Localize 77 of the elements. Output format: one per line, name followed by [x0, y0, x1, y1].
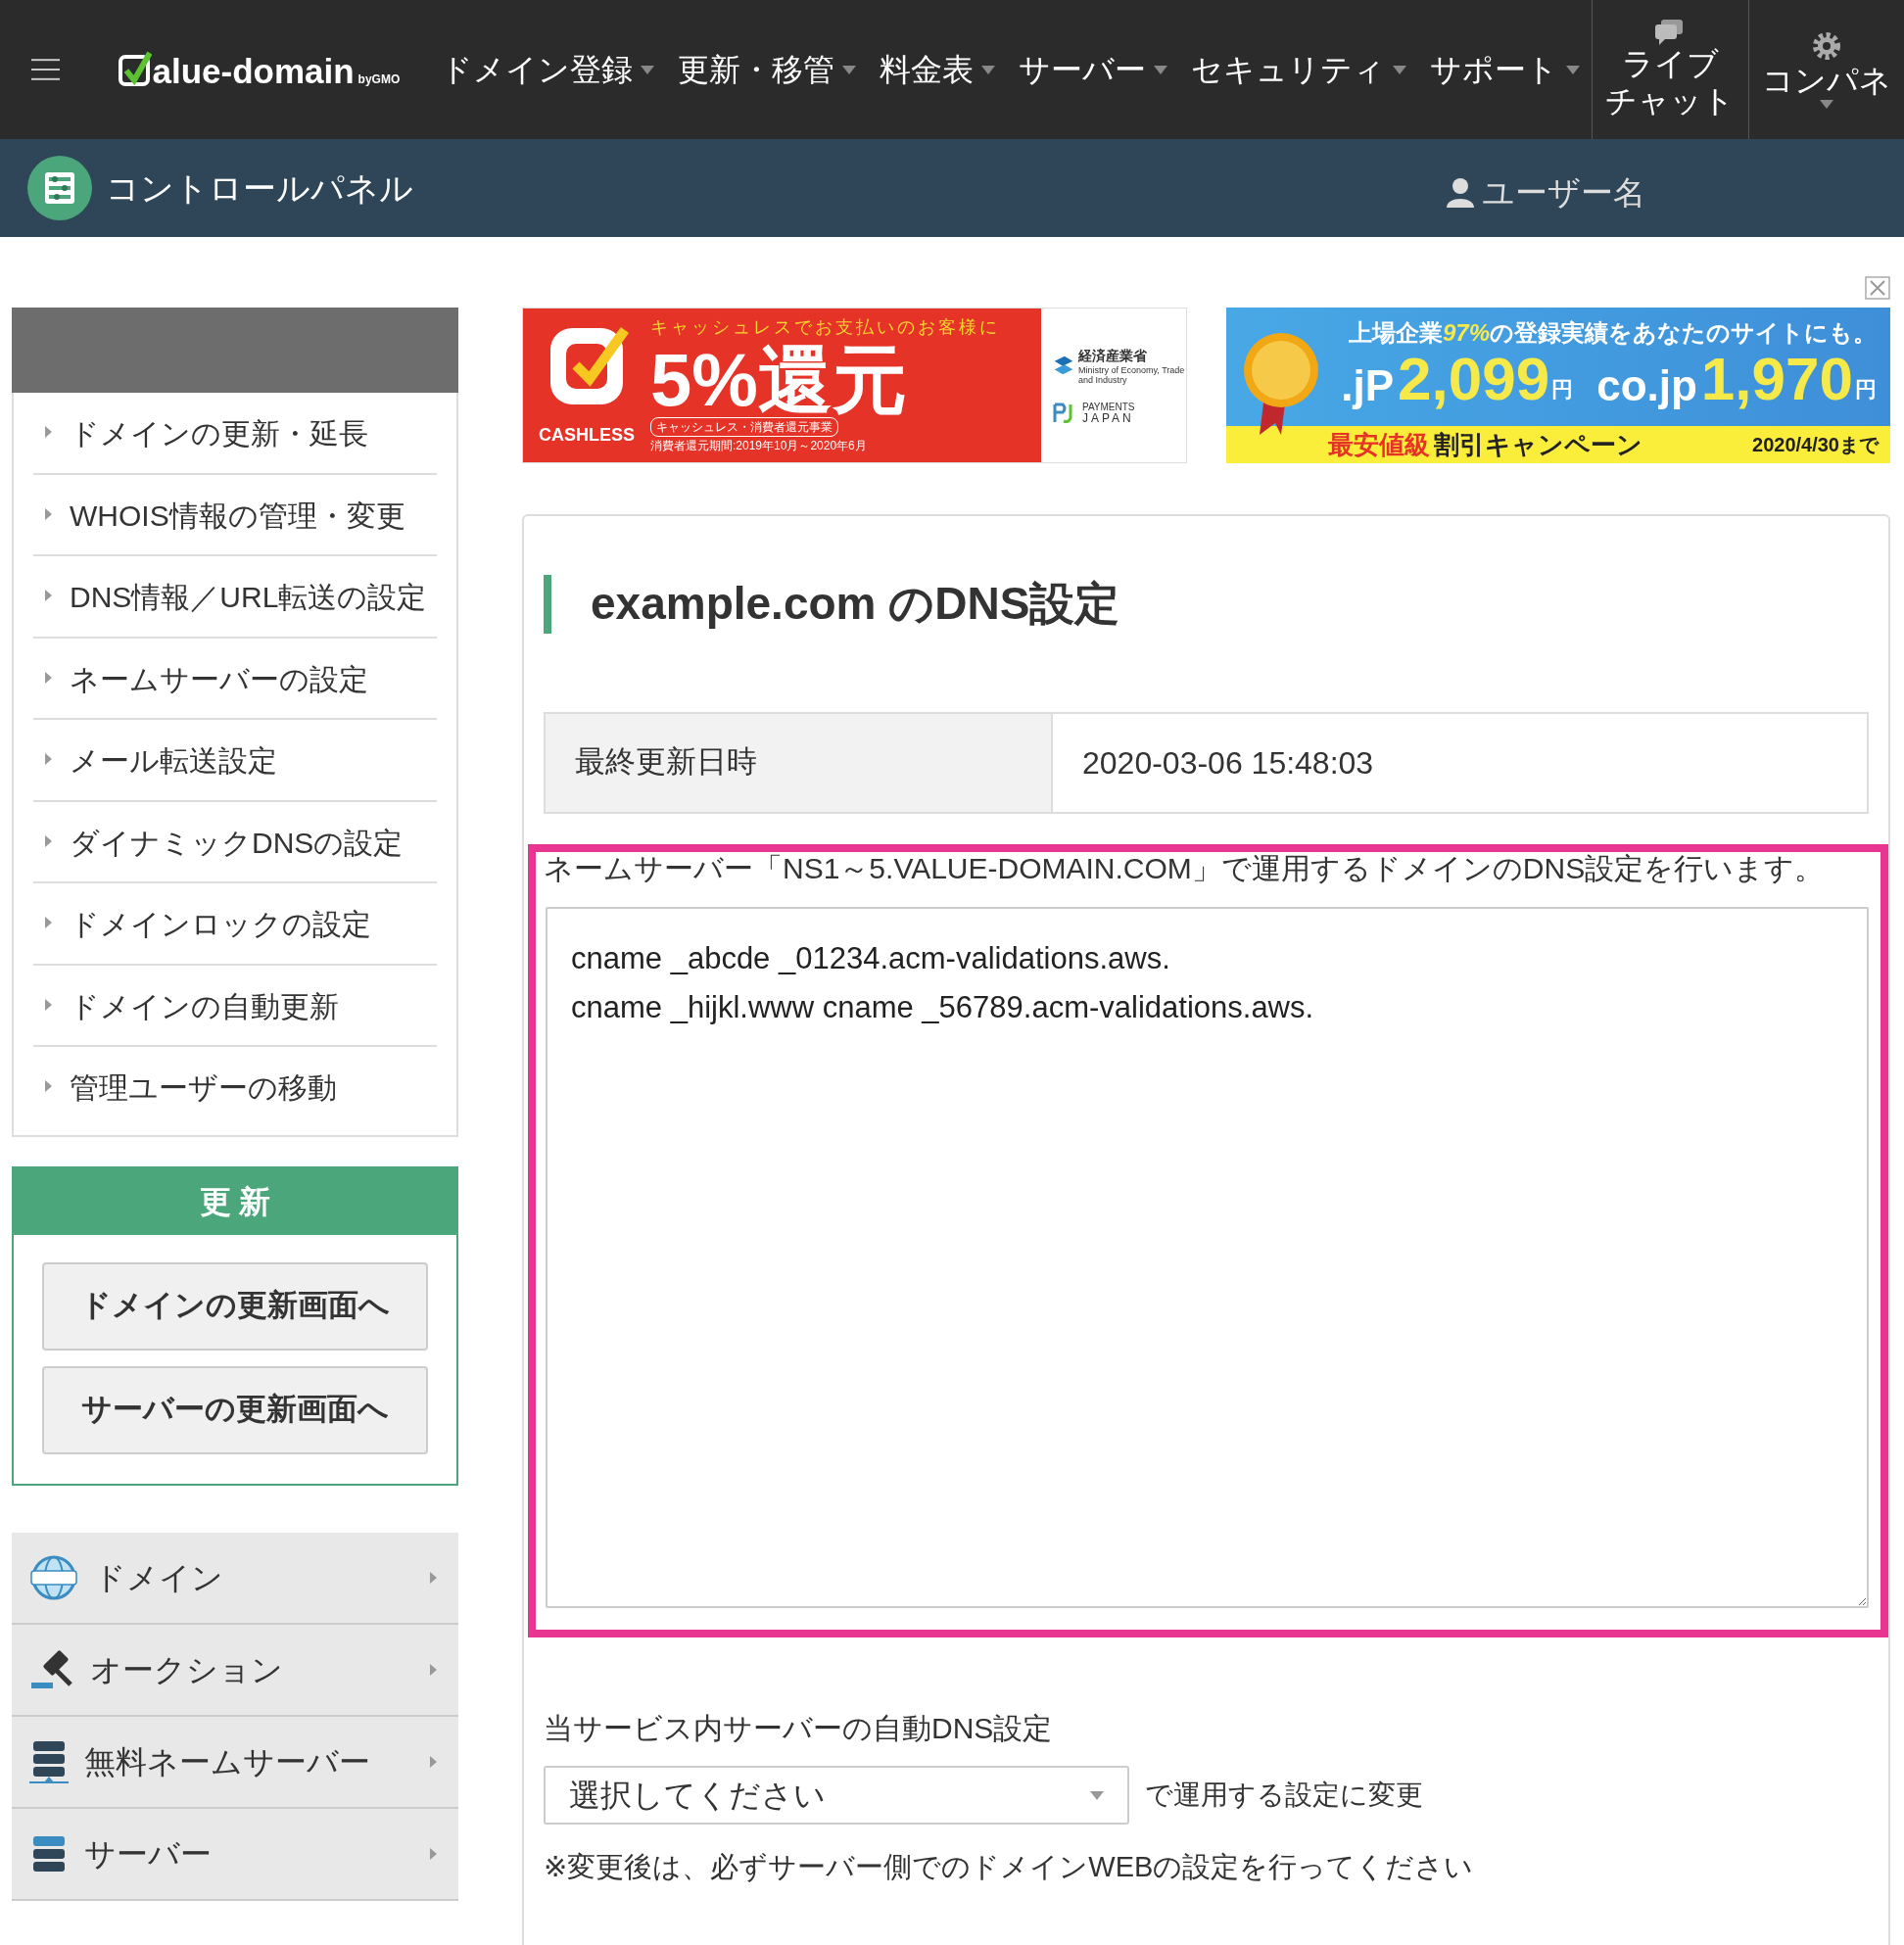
campaign-highlight-text: 最安値級	[1328, 428, 1430, 461]
campaign-deadline: 2020/4/30まで	[1752, 433, 1879, 457]
nav-menu-item[interactable]: サポート	[1418, 46, 1593, 93]
caret-icon	[430, 1755, 437, 1768]
close-icon[interactable]	[1865, 276, 1890, 300]
page-title: コントロールパネル	[106, 167, 413, 209]
program-tag: キャッシュレス・消費者還元事業	[650, 417, 838, 437]
logo[interactable]: alue-domain byGMO	[119, 51, 401, 88]
menu-icon[interactable]	[31, 58, 61, 81]
ministry-english: Ministry of Economy, Trade and Industry	[1078, 366, 1186, 386]
caret-icon	[45, 998, 52, 1011]
sidebar-link[interactable]: DNS情報／URL転送の設定	[33, 556, 437, 639]
sidebar-link[interactable]: WHOIS情報の管理・変更	[33, 474, 437, 556]
nav-menu-item[interactable]: 料金表	[868, 46, 1008, 93]
server-icon	[29, 1738, 69, 1784]
ministry-name: 経済産業省	[1078, 347, 1148, 365]
category-link[interactable]: ドメイン	[12, 1532, 458, 1625]
caret-icon	[45, 917, 52, 928]
caret-icon	[430, 1663, 437, 1676]
description-text: ネームサーバー「NS1～5.VALUE-DOMAIN.COM」で運用するドメインのDNS設定を行います。	[544, 850, 1826, 886]
caret-icon	[45, 426, 52, 438]
cashless-banner[interactable]: CASHLESS キャッシュレスでお支払いのお客様に 5%還元 キャッシュレス・消費者還元事業 消費者還元期間:2019年10月～2020年6月 経済産業省 Ministry of Economy, Trade and Industry PAYMENTS JAPAN	[522, 308, 1187, 463]
server-select[interactable]: 選択してください	[544, 1766, 1129, 1826]
auto-dns-label: 当サービス内サーバーの自動DNS設定	[544, 1711, 1054, 1747]
period-text: 消費者還元期間:2019年10月～2020年6月	[650, 438, 867, 454]
campaign-banner[interactable]: 上場企業97%の登録実績をあなたのサイトにも。 .jP2,099 円 co.jp 1,970 円 最安値級割引キャンペーン 2020/4/30まで	[1226, 308, 1890, 463]
sidebar-link[interactable]: ドメインの自動更新	[33, 965, 437, 1047]
category-link[interactable]: オークション	[12, 1624, 458, 1717]
caret-icon	[45, 671, 52, 684]
payments-logo-icon	[1053, 402, 1074, 424]
select-suffix-text: で運用する設定に変更	[1145, 1779, 1423, 1813]
note-text: ※変更後は、必ずサーバー側でのドメインWEBの設定を行ってください	[544, 1850, 1475, 1885]
sidebar-link[interactable]: ダイナミックDNSの設定	[33, 801, 437, 883]
payments-label: PAYMENTS	[1082, 401, 1135, 412]
user-icon	[1447, 178, 1474, 208]
caret-icon	[45, 590, 52, 601]
caret-icon	[45, 1080, 52, 1092]
section-title: example.com のDNS設定	[544, 575, 1869, 634]
globe-icon	[29, 1554, 78, 1600]
sidebar-link[interactable]: ドメインの更新・延長	[33, 393, 437, 475]
gavel-icon	[29, 1648, 74, 1690]
campaign-headline-text: の登録実績をあなたのサイトにも。	[1490, 318, 1877, 348]
banner-tagline: キャッシュレスでお支払いのお客様に	[650, 316, 1000, 339]
sidebar-link[interactable]: ネームサーバーの設定	[33, 638, 437, 720]
control-panel-icon	[27, 156, 92, 220]
nav-menu-item[interactable]: サーバー	[1007, 46, 1180, 93]
caret-icon	[430, 1571, 437, 1584]
campaign-headline-text: 上場企業	[1348, 318, 1443, 348]
category-link[interactable]: サーバー	[12, 1808, 458, 1901]
checkbox-icon	[119, 51, 153, 88]
campaign-headline-text: 97%	[1442, 318, 1490, 348]
table-header-cell: 最終更新日時	[544, 711, 1053, 814]
table-cell: 2020-03-06 15:48:03	[1053, 711, 1869, 814]
settings-icon	[1810, 30, 1842, 63]
user-menu[interactable]: ユーザー名	[1441, 167, 1651, 218]
dns-records-field[interactable]: cname _abcde _01234.acm-validations.aws. cname _hijkl.www cname _56789.acm-validations.aws.	[546, 907, 1869, 1609]
japan-label: JAPAN	[1082, 411, 1135, 425]
renew-panel-title: 更 新	[14, 1167, 456, 1235]
price-tag: .jP2,099 円	[1341, 349, 1574, 409]
caret-icon	[430, 1847, 437, 1860]
renew-button[interactable]: ドメインの更新画面へ	[42, 1261, 428, 1351]
banner-headline: 5%還元	[650, 343, 908, 417]
category-link[interactable]: 無料ネームサーバー	[12, 1716, 458, 1809]
chat-icon	[1655, 19, 1686, 45]
nav-menu-item[interactable]: ドメイン登録	[429, 46, 667, 93]
caret-icon	[45, 834, 52, 847]
sidebar-link[interactable]: メール転送設定	[33, 720, 437, 802]
campaign-name: 割引キャンペーン	[1434, 428, 1642, 461]
caret-icon	[45, 753, 52, 765]
nav-menu-item[interactable]: 更新・移管	[666, 46, 869, 93]
nav-menu-item[interactable]: セキュリティ	[1179, 46, 1419, 93]
sidebar-link[interactable]: 管理ユーザーの移動	[33, 1047, 437, 1127]
caret-icon	[45, 507, 52, 520]
renew-button[interactable]: サーバーの更新画面へ	[42, 1365, 428, 1454]
price-tag: co.jp 1,970 円	[1596, 349, 1877, 409]
cashless-label: CASHLESS	[539, 424, 635, 447]
sidebar-link[interactable]: ドメインロックの設定	[33, 883, 437, 966]
